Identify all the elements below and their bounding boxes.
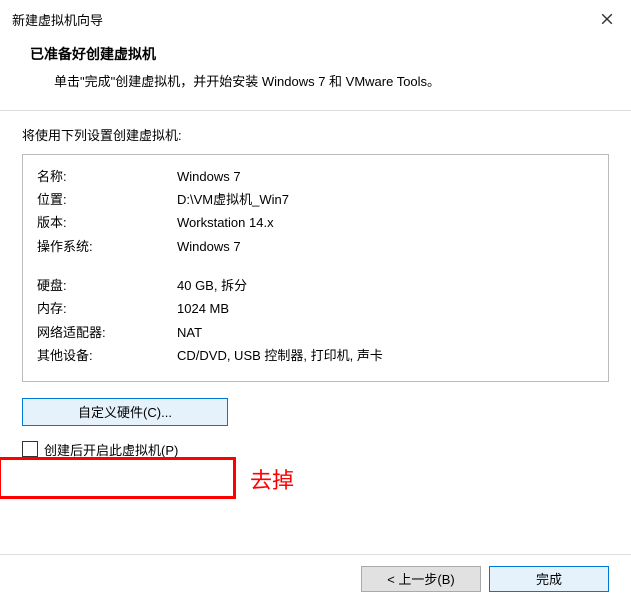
settings-label: 操作系统: — [37, 235, 177, 258]
close-button[interactable] — [595, 7, 619, 31]
power-on-checkbox[interactable] — [22, 441, 38, 457]
content-area: 将使用下列设置创建虚拟机: 名称:Windows 7位置:D:\VM虚拟机_Wi… — [0, 111, 631, 469]
settings-value: D:\VM虚拟机_Win7 — [177, 188, 594, 211]
power-on-checkbox-row: 创建后开启此虚拟机(P) — [22, 440, 609, 459]
settings-label: 内存: — [37, 297, 177, 320]
header-subtitle: 单击"完成"创建虚拟机，并开始安装 Windows 7 和 VMware Too… — [30, 72, 601, 92]
settings-row: 其他设备:CD/DVD, USB 控制器, 打印机, 声卡 — [37, 344, 594, 367]
settings-label: 版本: — [37, 211, 177, 234]
settings-label: 网络适配器: — [37, 321, 177, 344]
settings-value: 40 GB, 拆分 — [177, 274, 594, 297]
back-button[interactable]: < 上一步(B) — [361, 566, 481, 592]
settings-intro: 将使用下列设置创建虚拟机: — [22, 125, 609, 144]
settings-label: 其他设备: — [37, 344, 177, 367]
settings-row: 硬盘:40 GB, 拆分 — [37, 274, 594, 297]
settings-row: 版本:Workstation 14.x — [37, 211, 594, 234]
settings-summary-box: 名称:Windows 7位置:D:\VM虚拟机_Win7版本:Workstati… — [22, 154, 609, 382]
power-on-checkbox-label[interactable]: 创建后开启此虚拟机(P) — [44, 440, 178, 459]
wizard-footer: < 上一步(B) 完成 — [0, 554, 631, 602]
settings-value: Workstation 14.x — [177, 211, 594, 234]
settings-value: NAT — [177, 321, 594, 344]
settings-value: CD/DVD, USB 控制器, 打印机, 声卡 — [177, 344, 594, 367]
settings-value: 1024 MB — [177, 297, 594, 320]
settings-row: 网络适配器:NAT — [37, 321, 594, 344]
settings-value: Windows 7 — [177, 235, 594, 258]
settings-row: 内存:1024 MB — [37, 297, 594, 320]
settings-row: 名称:Windows 7 — [37, 165, 594, 188]
settings-label: 位置: — [37, 188, 177, 211]
customize-hardware-button[interactable]: 自定义硬件(C)... — [22, 398, 228, 426]
settings-label: 名称: — [37, 165, 177, 188]
header-title: 已准备好创建虚拟机 — [30, 44, 601, 64]
annotation-text: 去掉 — [250, 463, 294, 495]
finish-button[interactable]: 完成 — [489, 566, 609, 592]
window-title: 新建虚拟机向导 — [12, 10, 103, 29]
settings-row: 操作系统:Windows 7 — [37, 235, 594, 258]
close-icon — [601, 13, 613, 25]
settings-row: 位置:D:\VM虚拟机_Win7 — [37, 188, 594, 211]
annotation-box — [0, 457, 236, 499]
wizard-header: 已准备好创建虚拟机 单击"完成"创建虚拟机，并开始安装 Windows 7 和 … — [0, 34, 631, 110]
settings-label: 硬盘: — [37, 274, 177, 297]
titlebar: 新建虚拟机向导 — [0, 0, 631, 34]
settings-value: Windows 7 — [177, 165, 594, 188]
